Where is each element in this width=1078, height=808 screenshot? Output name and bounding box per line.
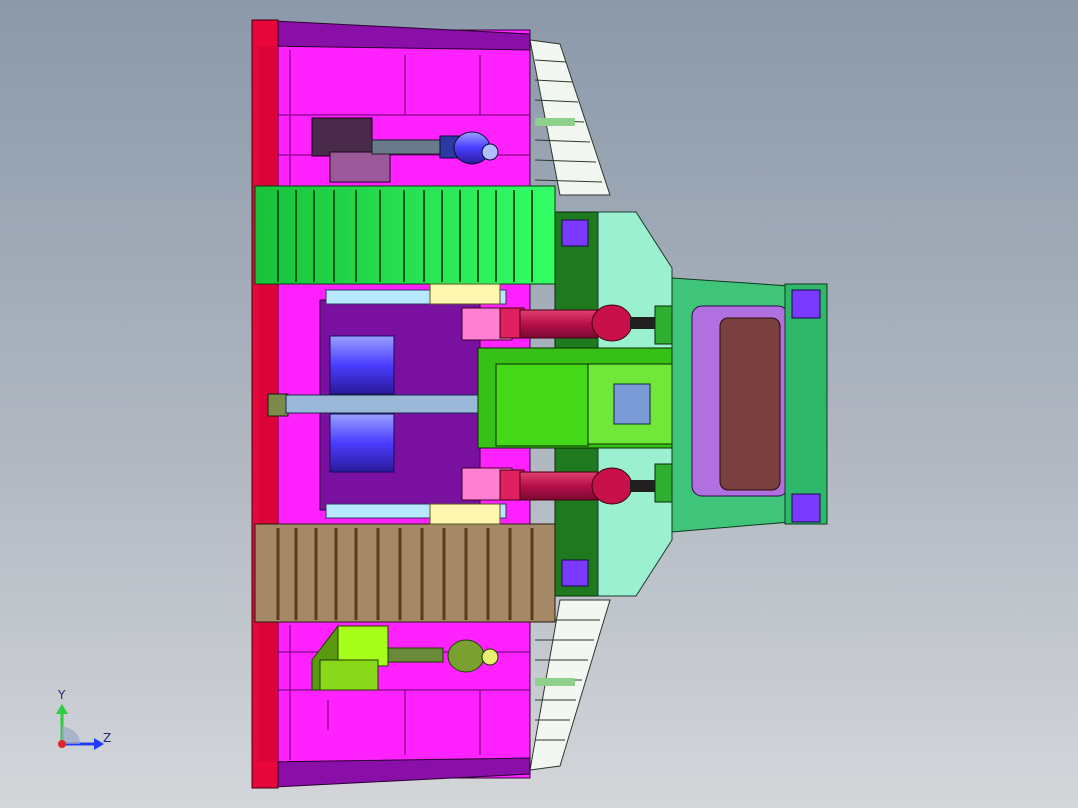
assembly-model[interactable] bbox=[0, 0, 1078, 808]
motor-mount bbox=[477, 347, 697, 449]
y-axis-label: Y bbox=[58, 688, 66, 702]
top-purple-band bbox=[254, 19, 531, 51]
bottom-gear-rack bbox=[254, 523, 556, 623]
axis-triad bbox=[56, 704, 104, 750]
cad-viewport[interactable]: Y Z bbox=[0, 0, 1078, 808]
upper-hydraulic-cylinder bbox=[461, 304, 696, 345]
bottom-purple-band bbox=[254, 757, 531, 789]
top-fin-grille bbox=[529, 39, 611, 196]
operator-cab bbox=[671, 277, 828, 533]
z-axis-label: Z bbox=[103, 731, 112, 745]
bottom-fin-grille bbox=[529, 599, 611, 771]
top-gear-rack bbox=[254, 185, 556, 285]
origin-marker bbox=[58, 740, 66, 748]
